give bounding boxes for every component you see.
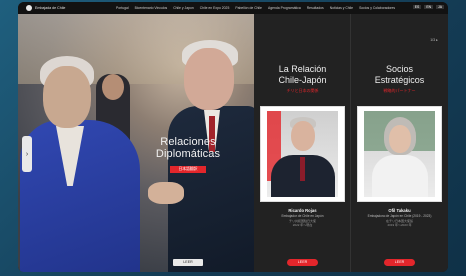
read-button[interactable]: LEER	[384, 259, 415, 266]
nav-item-pabellon[interactable]: Pabellón de Chile	[235, 6, 262, 10]
lang-ja[interactable]: JA	[436, 5, 444, 9]
portrait-face	[291, 121, 315, 151]
hero-image: Relaciones Diplomáticas 日本語翻訳 LEER ›	[18, 14, 254, 272]
hero-title: Relaciones Diplomáticas	[138, 136, 238, 160]
column-heading-line1: La Relación	[278, 64, 327, 74]
chevron-right-icon: ›	[25, 150, 29, 158]
hero-title-line2: Diplomáticas	[155, 148, 221, 160]
nav-item-resultados[interactable]: Resultados	[307, 6, 324, 10]
column-socios: Socios Estratégicos 戦略的パートナー Ofil Takaku…	[351, 14, 448, 272]
portrait-face	[389, 125, 411, 153]
column-heading: Socios Estratégicos	[351, 64, 448, 85]
logo-text: Embajada de Chile	[35, 6, 66, 10]
column-heading: La Relación Chile-Japón	[254, 64, 351, 85]
person-name: Ofil Takaku	[388, 208, 411, 213]
column-heading-line2: Chile-Japón	[278, 74, 327, 85]
person-role-ja-line2: 2019 年～2023 年	[387, 223, 412, 227]
hero-read-button[interactable]: LEER	[173, 259, 203, 266]
person-role: Embajador de Chile en Japón	[281, 214, 324, 218]
column-subheading: 戦略的パートナー	[383, 88, 416, 93]
person-name: Ricardo Rojas	[288, 208, 317, 213]
person-role-ja: チリ共和国駐日大使 2022 年～現在	[254, 219, 351, 227]
person-role-ja: 在チリ日本国大使館 2019 年～2023 年	[351, 219, 448, 227]
nav-item-chile-japon[interactable]: Chile y Japon	[173, 6, 194, 10]
right-panel: 1/3 ▸ La Relación Chile-Japón チリと日本の関係 R…	[254, 14, 448, 272]
portrait-card	[260, 106, 345, 202]
portrait-tie	[300, 157, 305, 181]
top-nav: Embajada de Chile Portugal Bicentenario …	[18, 2, 448, 14]
site-logo[interactable]: Embajada de Chile	[26, 5, 116, 11]
portrait-card	[357, 106, 442, 202]
nav-item-socios[interactable]: Socios y Colaboradores	[359, 6, 395, 10]
handshake	[148, 182, 184, 204]
hero-title-line1: Relaciones	[160, 136, 216, 148]
column-heading-line2: Estratégicos	[374, 74, 425, 85]
read-button[interactable]: LEER	[287, 259, 318, 266]
lang-es[interactable]: ES	[412, 5, 422, 9]
portrait-ricardo-rojas	[267, 111, 338, 197]
language-switcher: ES EN JA	[412, 5, 444, 9]
nav-item-noticias[interactable]: Noticias y Chile	[330, 6, 353, 10]
woman-face	[43, 66, 91, 128]
browser-screen: Embajada de Chile Portugal Bicentenario …	[18, 2, 448, 272]
person-role-ja-line2: 2022 年～現在	[292, 223, 313, 227]
nav-item-portugal[interactable]: Portugal	[116, 6, 129, 10]
column-relacion: La Relación Chile-Japón チリと日本の関係 Ricardo…	[254, 14, 351, 272]
man-face	[184, 48, 234, 110]
outer-frame: Embajada de Chile Portugal Bicentenario …	[0, 0, 466, 276]
person-role: Embajadora de Japón en Chile (2019 - 202…	[367, 214, 432, 218]
nav-item-expo[interactable]: Chile en Expo 2025	[200, 6, 230, 10]
nav-item-agenda[interactable]: Agenda Programática	[268, 6, 301, 10]
portrait-ofil-takaku	[364, 111, 435, 197]
side-drawer-tab[interactable]: ›	[22, 136, 32, 172]
logo-icon	[26, 5, 32, 11]
lang-en[interactable]: EN	[424, 5, 434, 9]
nav-item-bicentenario[interactable]: Bicentenario Vinculos	[135, 6, 168, 10]
hero-tag-button[interactable]: 日本語翻訳	[170, 166, 206, 173]
portrait-blazer	[372, 155, 428, 197]
bystander-head	[102, 74, 124, 100]
nav-menu: Portugal Bicentenario Vinculos Chile y J…	[116, 6, 395, 10]
column-subheading: チリと日本の関係	[286, 88, 319, 93]
column-heading-line1: Socios	[385, 64, 413, 74]
